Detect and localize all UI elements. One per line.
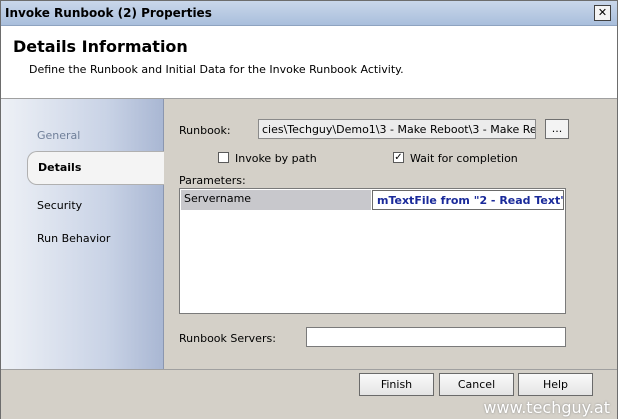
browse-button[interactable]: ...	[545, 119, 569, 139]
close-button[interactable]: ✕	[594, 5, 611, 21]
parameter-name-cell: Servername	[181, 190, 371, 210]
invoke-by-path-checkbox[interactable]	[218, 152, 229, 163]
close-icon: ✕	[597, 6, 608, 19]
sidebar: General Security Run Behavior	[1, 99, 164, 369]
runbook-servers-label: Runbook Servers:	[179, 332, 276, 345]
table-row[interactable]: Servername mTextFile from "2 - Read Text…	[181, 190, 564, 210]
parameters-label: Parameters:	[179, 174, 246, 187]
window-title: Invoke Runbook (2) Properties	[5, 6, 212, 20]
watermark: www.techguy.at	[483, 398, 610, 417]
title-bar[interactable]: Invoke Runbook (2) Properties ✕	[1, 1, 617, 26]
cancel-button[interactable]: Cancel	[439, 373, 514, 396]
help-button[interactable]: Help	[518, 373, 593, 396]
parameter-value-input[interactable]: mTextFile from "2 - Read Text"}	[372, 190, 564, 210]
invoke-by-path-label: Invoke by path	[235, 152, 317, 165]
finish-button[interactable]: Finish	[359, 373, 434, 396]
sidebar-item-security[interactable]: Security	[37, 199, 82, 212]
wait-for-completion-checkbox[interactable]: ✓	[393, 152, 404, 163]
dialog-header: Details Information Define the Runbook a…	[1, 26, 617, 99]
runbook-field[interactable]: cies\Techguy\Demo1\3 - Make Reboot\3 - M…	[258, 119, 536, 139]
page-title: Details Information	[13, 37, 188, 56]
page-subtitle: Define the Runbook and Initial Data for …	[29, 63, 404, 76]
check-icon: ✓	[394, 152, 403, 163]
parameter-value-published-data: mTextFile from "2 - Read Text"	[377, 194, 564, 207]
runbook-servers-input[interactable]	[306, 327, 566, 347]
parameters-grid[interactable]: Servername mTextFile from "2 - Read Text…	[179, 188, 566, 314]
sidebar-item-details[interactable]: Details	[27, 151, 164, 185]
wait-for-completion-label: Wait for completion	[410, 152, 518, 165]
runbook-label: Runbook:	[179, 124, 231, 137]
sidebar-item-run-behavior[interactable]: Run Behavior	[37, 232, 110, 245]
sidebar-item-label: Details	[38, 161, 82, 174]
properties-dialog: Invoke Runbook (2) Properties ✕ Details …	[0, 0, 618, 419]
sidebar-item-general[interactable]: General	[37, 129, 80, 142]
